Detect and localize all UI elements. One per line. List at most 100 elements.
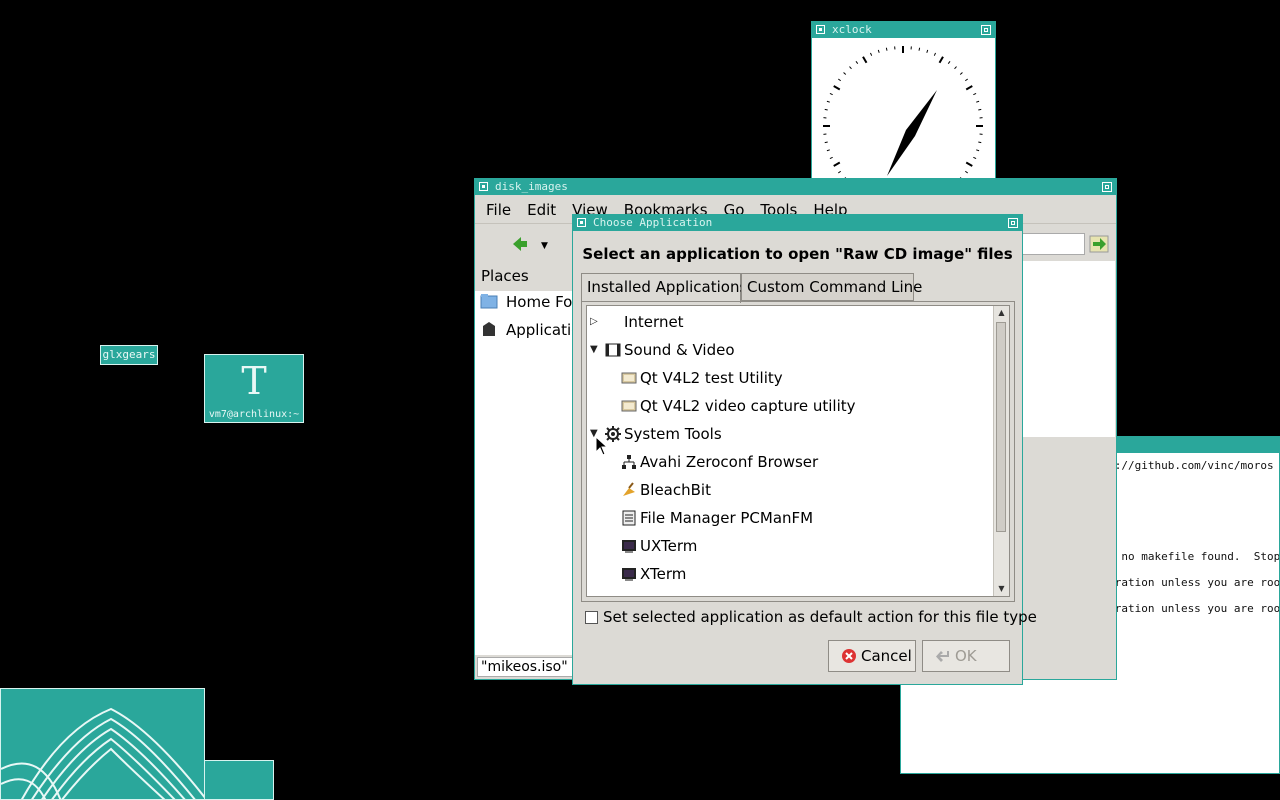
gear-icon [605,426,621,442]
mouse-cursor-icon [595,436,607,456]
back-arrow-icon[interactable] [511,235,529,253]
clock-tick [877,49,880,53]
window-menu-icon[interactable] [577,218,586,227]
tree-row-label: Qt V4L2 test Utility [640,369,783,387]
tree-row-label: Sound & Video [624,341,735,359]
tree-row-label: System Tools [624,425,722,443]
clock-tick [870,52,873,56]
tree-row-label: BleachBit [640,481,711,499]
clock-tick [829,156,833,159]
clock-tick [947,60,951,64]
go-arrow-icon[interactable] [1089,235,1109,253]
clock-tick [826,100,830,103]
tab-custom-command-line[interactable]: Custom Command Line [741,273,922,301]
places-sidebar: Home Fol Applicatio [475,291,580,655]
collapsed-arrow-icon[interactable]: ▷ [590,308,602,336]
scroll-down-icon[interactable]: ▼ [994,582,1009,596]
menu-edit[interactable]: Edit [516,195,561,219]
application-tree[interactable]: ▷ Internet ▼ Sound & Video Qt V4L2 test Util… [586,305,1010,597]
ok-icon [936,651,949,662]
clock-tick [855,60,859,64]
scroll-up-icon[interactable]: ▲ [994,306,1009,320]
app-icon [621,400,637,412]
sidebar-item-applications[interactable]: Applicatio [480,321,580,345]
clock-hands-icon [887,90,937,176]
ok-button[interactable]: OK [922,640,1010,672]
tree-app-row[interactable]: Avahi Zeroconf Browser [587,448,995,476]
clock-tick [824,108,828,111]
sidebar-item-label: Applicatio [506,321,581,339]
dialog-heading: Select an application to open "Raw CD im… [582,245,1013,263]
xclock-titlebar[interactable]: xclock [812,22,995,38]
terminal-desktop-icon[interactable]: T vm7@archlinux:~ [204,354,304,423]
dialog-titlebar[interactable]: Choose Application [573,215,1022,231]
clock-tick [965,78,969,82]
tree-row-internet[interactable]: ▷ Internet [587,308,995,336]
xclock-window[interactable]: xclock [811,21,996,179]
menu-file[interactable]: File [475,195,516,219]
clock-tick [837,78,841,82]
file-manager-icon [622,510,636,526]
minimized-window-icon-2[interactable] [204,760,274,800]
home-folder-icon [480,294,498,309]
clock-tick [826,149,830,152]
clock-tick [843,72,847,75]
window-menu-icon[interactable] [479,182,488,191]
expanded-arrow-icon[interactable]: ▼ [590,336,602,364]
clock-tick [978,108,982,111]
tab-installed-applications[interactable]: Installed Applications [581,273,747,303]
sidebar-item-home[interactable]: Home Fol [480,293,577,317]
maximize-icon[interactable] [1008,218,1018,228]
file-manager-titlebar[interactable]: disk_images [475,179,1116,195]
terminal-glyph-icon: T [241,359,267,403]
maximize-icon[interactable] [981,25,991,35]
dialog-title: Choose Application [593,216,713,229]
clock-tick [885,47,888,51]
tree-app-row[interactable]: BleachBit [587,476,995,504]
scroll-thumb[interactable] [996,322,1006,532]
clock-tick [849,66,852,70]
tree-app-row[interactable]: File Manager PCManFM [587,504,995,532]
terminal-icon [622,568,636,581]
sidebar-item-label: Home Fol [506,293,577,311]
choose-application-dialog[interactable]: Choose Application Select an application… [572,214,1037,685]
clock-tick [938,56,944,64]
tree-app-row[interactable]: Qt V4L2 video capture utility [587,392,995,420]
clock-tick [833,85,841,91]
window-menu-icon[interactable] [816,25,825,34]
broom-icon [623,482,635,496]
clock-tick [833,161,841,167]
default-action-checkbox[interactable] [585,611,598,624]
clock-tick [976,100,980,103]
terminal-icon-label: vm7@archlinux:~ [208,409,300,420]
tree-app-row[interactable]: XTerm [587,560,995,588]
terminal-icon [622,540,636,553]
clock-tick [978,141,982,144]
clock-tick [976,149,980,152]
clock-tick [959,72,963,75]
clock-tick [965,161,973,167]
tree-row-system-tools[interactable]: ▼ System Tools [587,420,995,448]
history-dropdown-icon[interactable]: ▼ [541,241,548,251]
clock-tick [973,156,977,159]
status-bar: "mikeos.iso" ( [477,657,577,677]
default-action-label[interactable]: Set selected application as default acti… [603,608,1037,626]
cancel-button[interactable]: Cancel [828,640,916,672]
clock-tick [965,170,969,174]
tree-row-sound-video[interactable]: ▼ Sound & Video [587,336,995,364]
clock-tick [829,93,833,96]
vertical-scrollbar[interactable]: ▲ ▼ [993,306,1009,596]
glxgears-label: glxgears [102,348,156,361]
tree-row-label: Qt V4L2 video capture utility [640,397,856,415]
maximize-icon[interactable] [1102,182,1112,192]
minimized-window-icon[interactable] [0,688,205,800]
clock-tick [954,66,957,70]
tree-app-row[interactable]: UXTerm [587,532,995,560]
glxgears-icon[interactable]: glxgears [100,345,158,365]
tree-row-label: File Manager PCManFM [640,509,814,527]
tree-app-row[interactable]: Qt V4L2 test Utility [587,364,995,392]
applications-icon [483,322,495,336]
location-input[interactable] [1015,233,1085,255]
file-list-area[interactable] [1019,261,1115,437]
xclock-title: xclock [832,23,872,36]
